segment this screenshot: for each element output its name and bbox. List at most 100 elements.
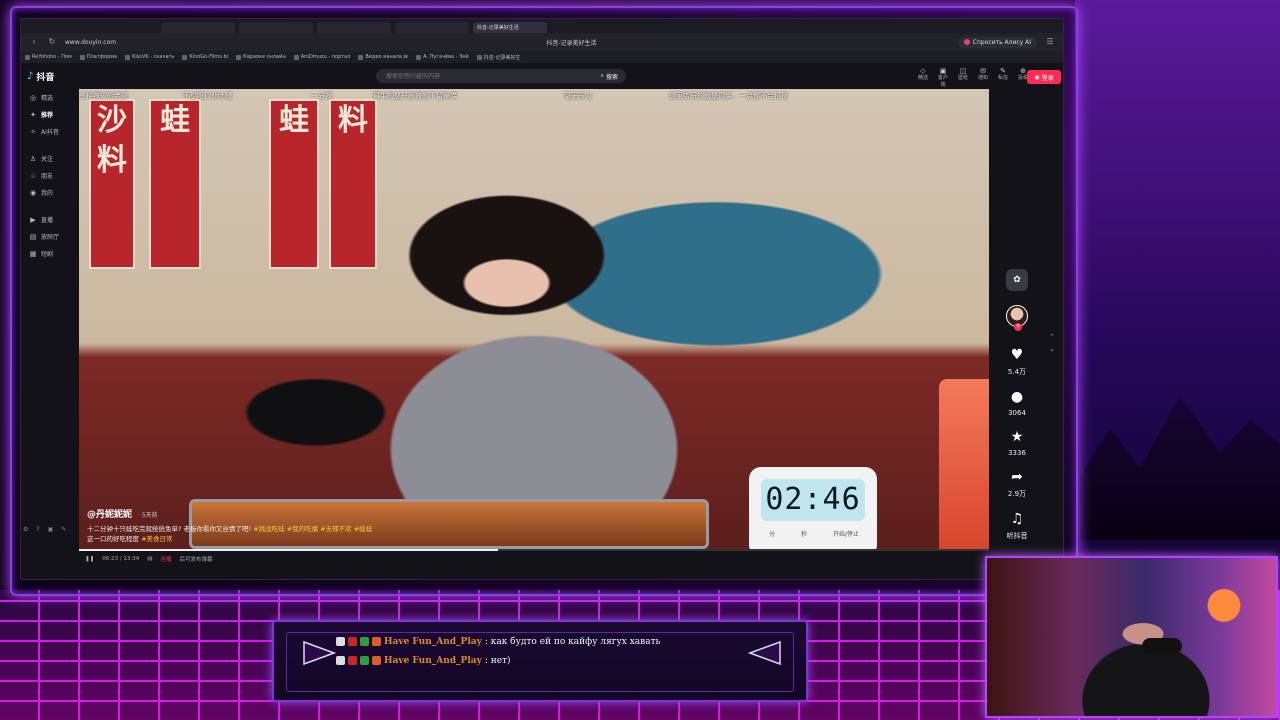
chat-text: : как будто ей по кайфу лягух хавать <box>484 636 661 647</box>
settings-icon[interactable]: ⚙ <box>23 526 28 533</box>
sidebar-item-cinema[interactable]: ▤ 放映厅 <box>21 228 81 245</box>
help-icon[interactable]: ? <box>36 526 39 533</box>
verified-badge-icon <box>360 656 369 665</box>
back-icon[interactable]: ‹ <box>29 37 39 47</box>
browser-tab[interactable] <box>161 22 235 33</box>
heart-badge-icon <box>348 656 357 665</box>
video-player[interactable]: 沙料 蛙 蛙 料 02:46 分 秒 开始/停止 三种辣椒的老婆 不想吃行业吐槽… <box>79 89 989 551</box>
bookmark[interactable]: Видео канала Je <box>358 54 408 60</box>
follow-plus-icon[interactable]: + <box>1014 323 1022 331</box>
bookmark-label: Платформа <box>86 54 118 60</box>
top-action-label: 客户端 <box>937 75 948 88</box>
alisa-button[interactable]: Спросить Алису AI <box>957 36 1037 48</box>
sidebar-item-ai-douyin[interactable]: ✧ AI抖音 <box>21 123 81 140</box>
chat-username[interactable]: Have Fun_And_Play <box>384 656 482 666</box>
alisa-label: Спросить Алису AI <box>972 38 1031 46</box>
mod-badge-icon <box>336 637 345 646</box>
chat-username[interactable]: Have Fun_And_Play <box>384 637 482 647</box>
bookmark[interactable]: ReYohoho - Пом <box>25 54 72 60</box>
listen-label: 听抖音 <box>1006 532 1028 540</box>
danmaku-layer: 三种辣椒的老婆 不想吃行业吐槽 一分辣 最牛的是只跟辣的不留鼻涕 毫无压力 这家… <box>79 91 989 103</box>
danmaku-toggle-icon[interactable]: ▤ <box>147 556 152 562</box>
sidebar-item-label: 放映厅 <box>41 234 60 241</box>
description-text: 十二分钟十只蛙吃完就统统免单? 老板你看你又丝情了吧! <box>87 525 252 533</box>
bookmark[interactable]: 抖音-记录美好生 <box>476 54 521 61</box>
chat-arrow-right-icon <box>303 640 336 666</box>
share-icon[interactable]: ➦ <box>1004 465 1030 489</box>
chat-message: Have Fun_And_Play: как будто ей по кайфу… <box>336 632 660 651</box>
bookmark-label: 抖音-记录美好生 <box>483 54 521 61</box>
top-action[interactable]: ◇ 精选 <box>916 68 930 89</box>
favorite-icon[interactable]: ★ <box>1004 425 1030 449</box>
top-action-icon: ▣ <box>939 67 947 75</box>
top-action[interactable]: ◫ 壁纸 <box>956 68 970 89</box>
sidebar-item-friends[interactable]: ♧ 朋友 <box>21 167 81 184</box>
sidebar-item-short-drama[interactable]: ▦ 短剧 <box>21 245 81 262</box>
sidebar-item-label: AI抖音 <box>41 129 59 136</box>
url-field[interactable]: www.douyin.com <box>65 39 185 46</box>
restaurant-sign: 沙料 <box>89 99 135 269</box>
timer-display: 02:46 <box>761 479 865 521</box>
top-action[interactable]: ✉ 通知 <box>976 68 990 89</box>
danmaku: 这家店玩的就是真实，一点都不会打扰 <box>669 92 788 100</box>
comment-icon[interactable]: ● <box>1004 385 1030 409</box>
pause-icon[interactable]: ❚❚ <box>85 556 94 562</box>
bookmark-label: Видео канала Je <box>365 54 409 60</box>
streamer-webcam <box>985 556 1278 718</box>
like-icon[interactable]: ♥ <box>1004 343 1030 367</box>
sidebar-item-label: 朋友 <box>41 173 54 180</box>
sidebar-item-recommended[interactable]: ✦ 推荐 <box>21 106 81 123</box>
top-action-label: 通知 <box>977 75 988 81</box>
bookmark-icon <box>79 54 85 60</box>
sidebar-item-live[interactable]: ▶ 直播 <box>21 211 81 228</box>
search-input[interactable] <box>376 72 593 80</box>
bookmark[interactable]: KinoGo-Films.bi <box>182 54 228 60</box>
cinema-icon: ▤ <box>29 232 37 241</box>
autoplay-toggle[interactable]: 连播 <box>160 555 171 563</box>
sidebar-item-label: 推荐 <box>41 112 54 119</box>
top-action[interactable]: ✎ 私信 <box>996 68 1010 89</box>
feedback-icon[interactable]: ✎ <box>61 526 66 533</box>
sidebar-item-following[interactable]: ♙ 关注 <box>21 150 81 167</box>
bookmark[interactable]: Платформа <box>79 54 118 60</box>
search-icon: ⌕ <box>600 72 604 79</box>
top-action-label: 私信 <box>997 75 1008 81</box>
browser-tab[interactable] <box>317 22 391 33</box>
search-box: ⌕ 搜索 <box>376 69 626 83</box>
douyin-logo[interactable]: ♪ 抖音 <box>27 70 54 83</box>
bookmark[interactable]: А. Пугачёва - Зей <box>416 54 469 60</box>
bookmark[interactable]: Караоке онлайн <box>236 54 286 60</box>
headphones-icon[interactable]: ♫ <box>1004 507 1030 531</box>
microphone <box>1142 638 1182 654</box>
sidebar-item-label: 直播 <box>41 217 54 224</box>
browser-window: 抖音-记录美好生活 ‹ ↻ www.douyin.com 抖音-记录美好生活 С… <box>20 18 1064 580</box>
playback-time: 06:23 / 13:34 <box>102 556 140 562</box>
sidebar-item-featured[interactable]: ◎ 精选 <box>21 89 81 106</box>
bookmark[interactable]: KissVK - скачать <box>125 54 174 60</box>
bookmark[interactable]: AmDmuzu - портал <box>293 54 350 60</box>
browser-tab-active[interactable]: 抖音-记录美好生活 <box>473 22 547 33</box>
top-action-icon: ◇ <box>920 67 926 75</box>
hashtags[interactable]: #挑战吃蛙 #我的吃播 #无辣不欢 #蛙蛙 <box>253 525 372 533</box>
sidebar-item-me[interactable]: ◉ 我的 <box>21 184 81 201</box>
chevron-down-icon[interactable]: ⌄ <box>1047 345 1057 353</box>
author-avatar[interactable]: + <box>1006 305 1028 331</box>
ai-assistant-icon[interactable]: ✿ <box>1006 269 1028 291</box>
browser-tab[interactable] <box>239 22 313 33</box>
chat-text: : нет) <box>484 655 511 666</box>
author-name[interactable]: @丹妮妮妮 <box>87 507 132 520</box>
chevron-up-icon[interactable]: ⌃ <box>1047 333 1057 341</box>
bookmark-icon <box>236 54 242 60</box>
top-actions: ◇ 精选 ▣ 客户端 ◫ 壁纸 ✉ 通知 ✎ 私信 ⊕ 投稿 <box>916 68 1030 89</box>
search-button[interactable]: ⌕ 搜索 <box>593 72 626 81</box>
hashtags[interactable]: #美食日常 <box>141 535 172 543</box>
menu-icon[interactable]: ☰ <box>1045 37 1055 47</box>
login-button[interactable]: ◉ 登录 <box>1027 70 1061 84</box>
browser-tab[interactable] <box>395 22 469 33</box>
comment-count: 3064 <box>1008 409 1026 417</box>
refresh-icon[interactable]: ↻ <box>47 37 57 47</box>
danmaku: 不想吃行业吐槽 <box>183 92 232 100</box>
top-action[interactable]: ▣ 客户端 <box>936 68 950 89</box>
layout-icon[interactable]: ▣ <box>48 526 54 533</box>
friends-icon: ♧ <box>29 171 37 180</box>
